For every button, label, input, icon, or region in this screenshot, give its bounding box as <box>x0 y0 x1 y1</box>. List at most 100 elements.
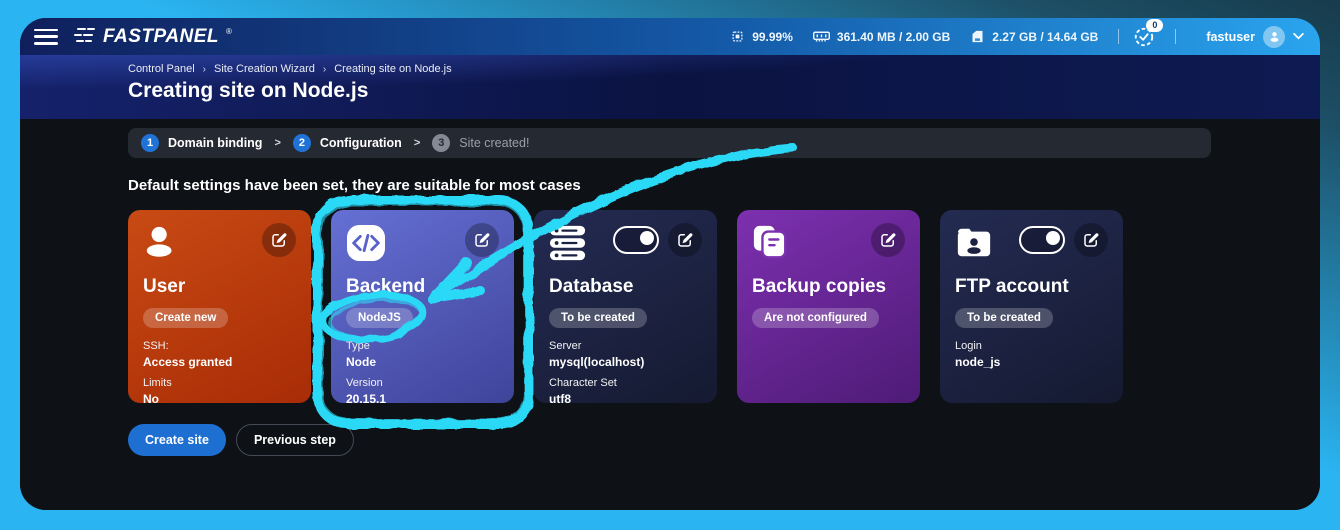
field-value: node_js <box>955 354 1108 370</box>
topbar-divider <box>1118 29 1119 44</box>
step-label: Domain binding <box>168 136 262 150</box>
database-card: Database To be created Server mysql(loca… <box>534 210 717 403</box>
ftp-card: FTP account To be created Login node_js <box>940 210 1123 403</box>
username-label: fastuser <box>1206 30 1255 44</box>
ram-icon <box>813 30 830 43</box>
avatar <box>1263 26 1285 48</box>
backend-card: Backend NodeJS Type Node Version 20.15.1 <box>331 210 514 403</box>
field-type: Type Node <box>346 339 499 370</box>
field-value: 20.15.1 <box>346 391 499 407</box>
fastpanel-logo[interactable]: FASTPANEL ® <box>72 26 232 48</box>
step-number: 3 <box>432 134 450 152</box>
notifications-button[interactable]: 0 <box>1133 26 1155 48</box>
field-label: Character Set <box>549 376 702 391</box>
field-label: Type <box>346 339 499 354</box>
previous-step-button[interactable]: Previous step <box>236 424 354 456</box>
disk-usage-value: 2.27 GB / 14.64 GB <box>992 30 1098 44</box>
step-site-created: 3 Site created! <box>432 134 529 152</box>
ftp-toggle[interactable] <box>1019 226 1065 254</box>
folder-user-icon <box>955 223 993 263</box>
ram-usage-value: 361.40 MB / 2.00 GB <box>837 30 950 44</box>
field-value: No <box>143 391 296 407</box>
edit-icon <box>1082 231 1100 249</box>
step-separator: > <box>414 137 420 149</box>
step-label: Configuration <box>320 136 402 150</box>
main-content: 1 Domain binding > 2 Configuration > 3 S… <box>20 119 1320 510</box>
breadcrumb: Control Panel › Site Creation Wizard › C… <box>128 63 1320 75</box>
step-domain-binding[interactable]: 1 Domain binding <box>141 134 262 152</box>
database-toggle[interactable] <box>613 226 659 254</box>
disk-usage-stat: 2.27 GB / 14.64 GB <box>970 29 1098 44</box>
nodejs-badge: NodeJS <box>346 308 413 328</box>
field-value: Access granted <box>143 354 296 370</box>
edit-icon <box>270 231 288 249</box>
card-title: Backup copies <box>752 276 905 298</box>
card-title: Backend <box>346 276 499 298</box>
database-icon <box>549 223 587 263</box>
edit-ftp-button[interactable] <box>1074 223 1108 257</box>
code-icon <box>346 223 386 263</box>
field-label: Login <box>955 339 1108 354</box>
field-login: Login node_js <box>955 339 1108 370</box>
page-header: Control Panel › Site Creation Wizard › C… <box>20 55 1320 119</box>
backup-status-badge: Are not configured <box>752 308 879 328</box>
app-window: FASTPANEL ® 99.99% 361.40 MB / 2.00 GB <box>20 18 1320 510</box>
edit-user-button[interactable] <box>262 223 296 257</box>
settings-cards: User Create new SSH: Access granted Limi… <box>128 210 1211 403</box>
wizard-actions: Create site Previous step <box>128 424 1211 456</box>
breadcrumb-site-wizard[interactable]: Site Creation Wizard <box>214 63 315 75</box>
logo-registered-mark: ® <box>226 27 232 36</box>
user-icon <box>143 223 181 263</box>
breadcrumb-separator: › <box>323 64 326 75</box>
user-status-badge: Create new <box>143 308 228 328</box>
field-charset: Character Set utf8 <box>549 376 702 407</box>
topbar-divider <box>1175 29 1176 44</box>
step-number: 2 <box>293 134 311 152</box>
edit-backup-button[interactable] <box>871 223 905 257</box>
copy-icon <box>752 223 790 263</box>
step-label: Site created! <box>459 136 529 150</box>
notification-count-badge: 0 <box>1146 19 1163 32</box>
ftp-status-badge: To be created <box>955 308 1053 328</box>
step-separator: > <box>274 137 280 149</box>
person-icon <box>1268 30 1281 43</box>
wizard-stepper: 1 Domain binding > 2 Configuration > 3 S… <box>128 128 1211 158</box>
user-card: User Create new SSH: Access granted Limi… <box>128 210 311 403</box>
field-label: Server <box>549 339 702 354</box>
field-label: Version <box>346 376 499 391</box>
field-value: mysql(localhost) <box>549 354 702 370</box>
field-version: Version 20.15.1 <box>346 376 499 407</box>
edit-icon <box>473 231 491 249</box>
step-configuration[interactable]: 2 Configuration <box>293 134 402 152</box>
card-title: Database <box>549 276 702 298</box>
edit-icon <box>879 231 897 249</box>
edit-database-button[interactable] <box>668 223 702 257</box>
breadcrumb-current-page: Creating site on Node.js <box>334 63 451 75</box>
cpu-icon <box>730 29 745 44</box>
backup-card: Backup copies Are not configured <box>737 210 920 403</box>
field-label: SSH: <box>143 339 296 354</box>
topbar: FASTPANEL ® 99.99% 361.40 MB / 2.00 GB <box>20 18 1320 55</box>
settings-subtitle: Default settings have been set, they are… <box>128 177 1211 194</box>
cpu-usage-value: 99.99% <box>752 30 793 44</box>
cpu-usage-stat: 99.99% <box>730 29 793 44</box>
fastpanel-logo-icon <box>72 26 96 44</box>
user-menu[interactable]: fastuser <box>1206 26 1304 48</box>
breadcrumb-separator: › <box>203 64 206 75</box>
disk-icon <box>970 29 985 44</box>
chevron-down-icon <box>1293 33 1304 40</box>
card-title: User <box>143 276 296 298</box>
breadcrumb-control-panel[interactable]: Control Panel <box>128 63 195 75</box>
logo-text: FASTPANEL <box>103 26 219 48</box>
field-value: Node <box>346 354 499 370</box>
field-server: Server mysql(localhost) <box>549 339 702 370</box>
field-label: Limits <box>143 376 296 391</box>
step-number: 1 <box>141 134 159 152</box>
ram-usage-stat: 361.40 MB / 2.00 GB <box>813 30 950 44</box>
edit-icon <box>676 231 694 249</box>
edit-backend-button[interactable] <box>465 223 499 257</box>
create-site-button[interactable]: Create site <box>128 424 226 456</box>
page-title: Creating site on Node.js <box>128 79 1320 103</box>
card-title: FTP account <box>955 276 1108 298</box>
hamburger-menu-icon[interactable] <box>34 29 58 45</box>
